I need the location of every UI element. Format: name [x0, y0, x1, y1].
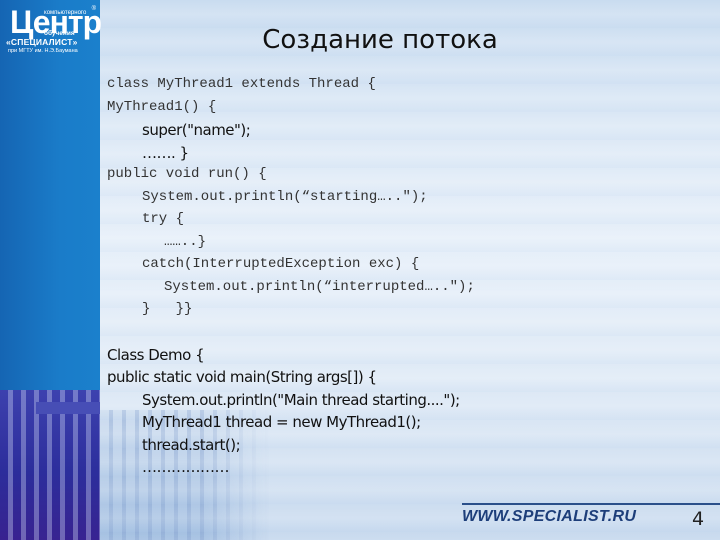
code-line: catch(InterruptedException exc) {	[142, 256, 420, 272]
footer-divider	[462, 503, 720, 505]
logo-under-text: при МГТУ им. Н.Э.Баумана	[8, 48, 78, 54]
logo-mid-text: обучения	[44, 30, 75, 37]
left-brand-band: Центр компьютерного обучения «СПЕЦИАЛИСТ…	[0, 0, 102, 540]
code-line: ……..}	[164, 233, 207, 250]
code-line: MyThread1() {	[107, 98, 217, 115]
specialist-logo: Центр компьютерного обучения «СПЕЦИАЛИСТ…	[6, 4, 102, 56]
code-line: public static void main(String args[]) {	[107, 368, 377, 386]
code-line: super("name");	[142, 121, 251, 139]
code-line: MyThread1 thread = new MyThread1();	[142, 413, 421, 431]
code-line: } }}	[142, 301, 193, 317]
code-line: ……. }	[142, 143, 189, 162]
footer-url[interactable]: WWW.SPECIALIST.RU	[462, 508, 636, 526]
code-line: System.out.println(“starting…..");	[142, 188, 428, 205]
page-number: 4	[692, 508, 705, 530]
building-photo	[0, 390, 100, 540]
code-line: ………………	[142, 458, 229, 476]
registered-icon: ®	[91, 6, 96, 12]
code-line: System.out.println("Main thread starting…	[142, 390, 460, 409]
code-block: class MyThread1 extends Thread { MyThread…	[107, 76, 475, 481]
logo-top-text: компьютерного	[44, 10, 87, 16]
code-line: thread.start();	[142, 435, 241, 454]
code-line: try {	[142, 211, 185, 227]
code-line: System.out.println(“interrupted…..");	[164, 278, 475, 295]
slide-title: Создание потока	[262, 25, 498, 55]
code-line: class MyThread1 extends Thread {	[107, 76, 376, 92]
code-line: public void run() {	[107, 166, 267, 182]
logo-specialist: «СПЕЦИАЛИСТ»	[6, 37, 78, 47]
code-line: Class Demo {	[107, 345, 205, 364]
